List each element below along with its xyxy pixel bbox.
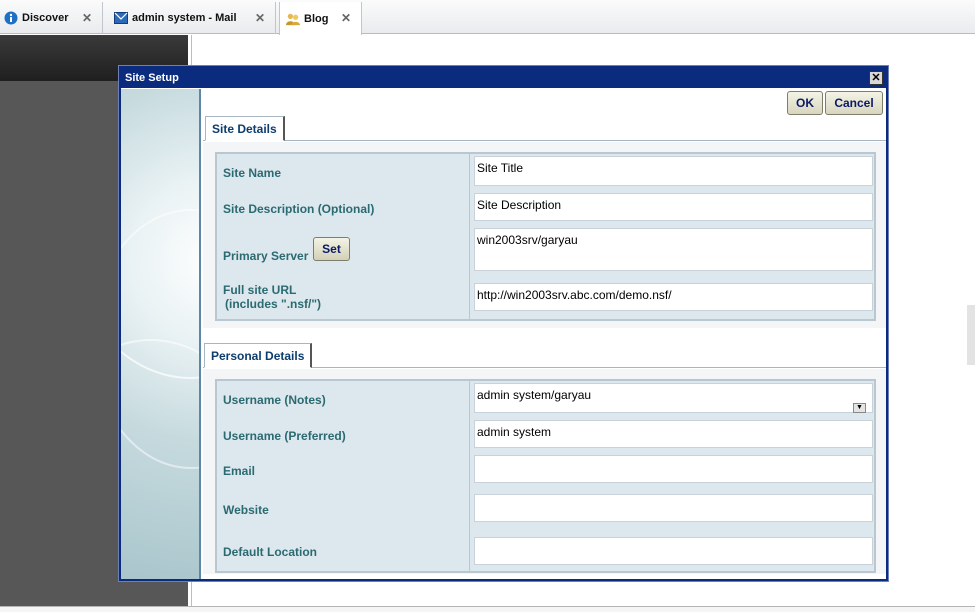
personal-details-tab-header: Personal Details <box>203 343 886 368</box>
full-site-url-label-line2: (includes ".nsf/") <box>225 297 322 311</box>
site-name-input[interactable]: Site Title <box>474 156 873 186</box>
site-details-section: Site Name Site Description (Optional) Pr… <box>203 142 886 328</box>
site-setup-dialog: Site Setup ✕ OK Cancel Site Details Site… <box>119 66 888 581</box>
dropdown-arrow-icon[interactable]: ▼ <box>853 403 866 413</box>
default-location-label: Default Location <box>223 545 318 559</box>
primary-server-label: Primary Server <box>223 249 309 263</box>
value-column: admin system/garyau ▼ admin system <box>470 381 874 571</box>
value-column: Site Title Site Description win2003srv/g… <box>470 154 874 319</box>
tab-site-details[interactable]: Site Details <box>205 116 285 141</box>
website-input[interactable] <box>474 494 873 522</box>
site-details-fields: Site Name Site Description (Optional) Pr… <box>215 152 876 321</box>
label-column: Username (Notes) Username (Preferred) Em… <box>217 381 470 571</box>
username-notes-label: Username (Notes) <box>223 393 326 407</box>
label-column: Site Name Site Description (Optional) Pr… <box>217 154 470 319</box>
tab-label: Discover <box>22 12 69 24</box>
close-icon[interactable]: ✕ <box>82 11 92 25</box>
scrollbar[interactable] <box>967 305 975 365</box>
mail-icon <box>114 11 128 25</box>
personal-details-section: Username (Notes) Username (Preferred) Em… <box>203 369 886 574</box>
personal-details-fields: Username (Notes) Username (Preferred) Em… <box>215 379 876 573</box>
email-input[interactable] <box>474 455 873 483</box>
primary-server-input[interactable]: win2003srv/garyau <box>474 228 873 271</box>
full-site-url-label: Full site URL (includes ".nsf/") <box>223 283 321 311</box>
full-site-url-input[interactable]: http://win2003srv.abc.com/demo.nsf/ <box>474 283 873 311</box>
close-icon[interactable]: ✕ <box>255 11 265 25</box>
tab-discover[interactable]: Discover ✕ <box>0 2 103 34</box>
site-description-input[interactable]: Site Description <box>474 193 873 221</box>
dialog-body: OK Cancel Site Details Site Name Site De… <box>203 89 886 579</box>
status-bar <box>0 606 975 612</box>
tab-label: admin system - Mail <box>132 12 237 24</box>
dialog-title: Site Setup <box>121 68 886 88</box>
website-label: Website <box>223 503 269 517</box>
username-preferred-label: Username (Preferred) <box>223 429 346 443</box>
email-label: Email <box>223 464 256 478</box>
username-notes-select[interactable]: admin system/garyau ▼ <box>474 383 873 413</box>
cancel-button[interactable]: Cancel <box>825 91 883 115</box>
site-details-tab-header: Site Details <box>203 116 886 141</box>
ok-button[interactable]: OK <box>787 91 823 115</box>
tab-blog[interactable]: Blog ✕ <box>279 2 362 35</box>
username-preferred-input[interactable]: admin system <box>474 420 873 448</box>
blog-people-icon <box>286 12 300 26</box>
full-site-url-label-line1: Full site URL <box>223 283 297 297</box>
set-server-button[interactable]: Set <box>313 237 350 261</box>
default-location-input[interactable] <box>474 537 873 565</box>
tab-mail[interactable]: admin system - Mail ✕ <box>108 2 276 34</box>
site-name-label: Site Name <box>223 166 282 180</box>
close-icon[interactable]: ✕ <box>869 71 883 85</box>
close-icon[interactable]: ✕ <box>341 11 351 25</box>
tab-bar: Discover ✕ admin system - Mail ✕ Blog ✕ <box>0 0 975 35</box>
tab-label: Blog <box>304 12 329 25</box>
decorative-panel <box>121 89 201 579</box>
tab-personal-details[interactable]: Personal Details <box>204 343 313 368</box>
site-description-label: Site Description (Optional) <box>223 202 375 216</box>
info-icon <box>4 11 18 25</box>
username-notes-value: admin system/garyau <box>477 388 592 402</box>
